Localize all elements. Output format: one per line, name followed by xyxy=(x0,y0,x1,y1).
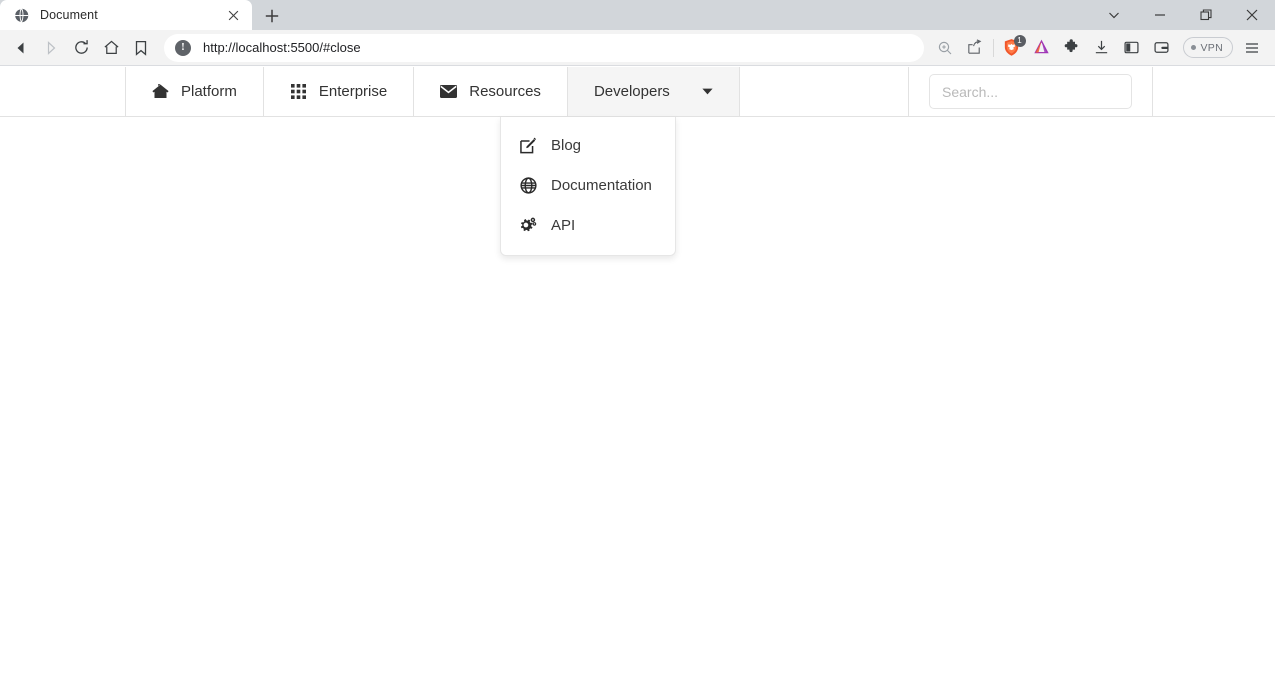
pen-to-square-icon xyxy=(519,136,537,154)
cogs-icon xyxy=(519,216,537,234)
toolbar-actions: 1 xyxy=(930,33,1268,63)
nav-item-resources[interactable]: Resources xyxy=(414,67,568,116)
wallet-icon[interactable] xyxy=(1147,33,1177,63)
browser-tab[interactable]: Document xyxy=(0,0,252,30)
nav-item-label: Enterprise xyxy=(319,83,387,100)
vpn-label: VPN xyxy=(1201,42,1224,54)
dropdown-item-label: API xyxy=(551,217,575,234)
nav-item-platform[interactable]: Platform xyxy=(126,67,264,116)
dropdown-item-api[interactable]: API xyxy=(501,205,675,245)
back-arrow-icon[interactable] xyxy=(6,33,36,63)
puzzle-piece-icon[interactable] xyxy=(1057,33,1087,63)
plus-icon[interactable] xyxy=(258,2,286,30)
vpn-toggle[interactable]: VPN xyxy=(1183,37,1234,58)
navbar-left-spacer xyxy=(0,67,126,116)
brave-rewards-bat-triangle-icon[interactable] xyxy=(1027,33,1057,63)
window-controls xyxy=(1091,0,1275,30)
nav-item-label: Developers xyxy=(594,83,670,100)
nav-item-enterprise[interactable]: Enterprise xyxy=(264,67,414,116)
dropdown-item-label: Documentation xyxy=(551,177,652,194)
developers-dropdown-menu: Blog Documentation xyxy=(500,117,676,256)
search-input[interactable] xyxy=(929,74,1132,109)
vpn-status-dot xyxy=(1191,45,1196,50)
site-info-icon[interactable]: ! xyxy=(175,40,191,56)
nav-item-label: Resources xyxy=(469,83,541,100)
caret-down-icon xyxy=(702,88,713,95)
forward-arrow-icon xyxy=(36,33,66,63)
download-icon[interactable] xyxy=(1087,33,1117,63)
reload-icon[interactable] xyxy=(66,33,96,63)
zoom-search-icon[interactable] xyxy=(930,33,960,63)
tab-strip: Document xyxy=(0,0,1275,30)
globe-icon xyxy=(13,7,29,23)
bookmark-icon[interactable] xyxy=(126,33,156,63)
dropdown-item-blog[interactable]: Blog xyxy=(501,125,675,165)
nav-item-developers[interactable]: Developers xyxy=(568,67,740,116)
shields-badge-count: 1 xyxy=(1014,35,1026,47)
restore-icon[interactable] xyxy=(1183,0,1229,30)
site-navbar: Platform Enterprise xyxy=(0,66,1275,117)
globe-icon xyxy=(519,176,537,194)
navbar-gap xyxy=(740,67,909,116)
home-icon[interactable] xyxy=(96,33,126,63)
hamburger-menu-icon[interactable] xyxy=(1237,33,1267,63)
envelope-icon xyxy=(440,83,457,100)
brave-shields-lion-icon[interactable]: 1 xyxy=(997,33,1027,63)
address-bar[interactable]: ! http://localhost:5500/#close xyxy=(164,34,924,62)
toolbar-divider xyxy=(993,39,994,57)
minimize-icon[interactable] xyxy=(1137,0,1183,30)
navbar-right-spacer xyxy=(1153,67,1275,116)
navbar-search-cell xyxy=(909,67,1153,116)
nav-item-label: Platform xyxy=(181,83,237,100)
url-text: http://localhost:5500/#close xyxy=(203,40,361,55)
tab-title: Document xyxy=(40,8,224,22)
dropdown-item-documentation[interactable]: Documentation xyxy=(501,165,675,205)
home-icon xyxy=(152,83,169,100)
browser-window: Document xyxy=(0,0,1275,677)
close-icon[interactable] xyxy=(224,6,242,24)
sidebar-panel-icon[interactable] xyxy=(1117,33,1147,63)
close-icon[interactable] xyxy=(1229,0,1275,30)
grid-icon xyxy=(290,83,307,100)
chevron-down-icon[interactable] xyxy=(1091,0,1137,30)
share-icon[interactable] xyxy=(960,33,990,63)
dropdown-item-label: Blog xyxy=(551,137,581,154)
browser-toolbar: ! http://localhost:5500/#close xyxy=(0,30,1275,66)
page-viewport: Platform Enterprise xyxy=(0,66,1275,677)
